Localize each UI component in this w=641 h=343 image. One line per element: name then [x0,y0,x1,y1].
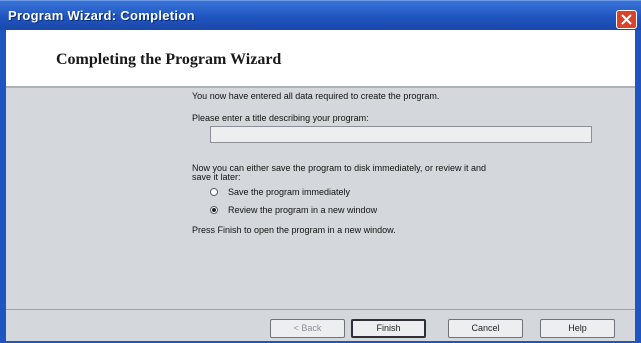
finish-note: Press Finish to open the program in a ne… [192,225,396,235]
wizard-window: Program Wizard: Completion Completing th… [0,0,641,343]
page-title: Completing the Program Wizard [56,51,282,68]
radio-save-immediately[interactable] [210,188,218,196]
title-bar[interactable]: Program Wizard: Completion [0,0,641,30]
wizard-footer: < Back Finish Cancel Help [6,310,635,341]
close-button[interactable] [616,10,637,29]
program-title-input[interactable] [210,126,592,143]
window-border-right [635,30,641,343]
radio-save-label: Save the program immediately [228,187,351,197]
radio-review-label: Review the program in a new window [228,205,378,215]
cancel-button[interactable]: Cancel [448,319,523,338]
wizard-header: Completing the Program Wizard [6,30,635,86]
window-title: Program Wizard: Completion [8,8,195,23]
finish-button[interactable]: Finish [351,319,426,338]
save-prompt-line2: save it later: [192,172,241,182]
close-icon [621,14,632,25]
intro-text: You now have entered all data required t… [192,91,440,101]
help-button[interactable]: Help [540,319,615,338]
wizard-body: You now have entered all data required t… [6,88,635,309]
back-button[interactable]: < Back [270,319,345,338]
title-prompt-label: Please enter a title describing your pro… [192,113,369,123]
radio-review-window[interactable] [210,206,218,214]
